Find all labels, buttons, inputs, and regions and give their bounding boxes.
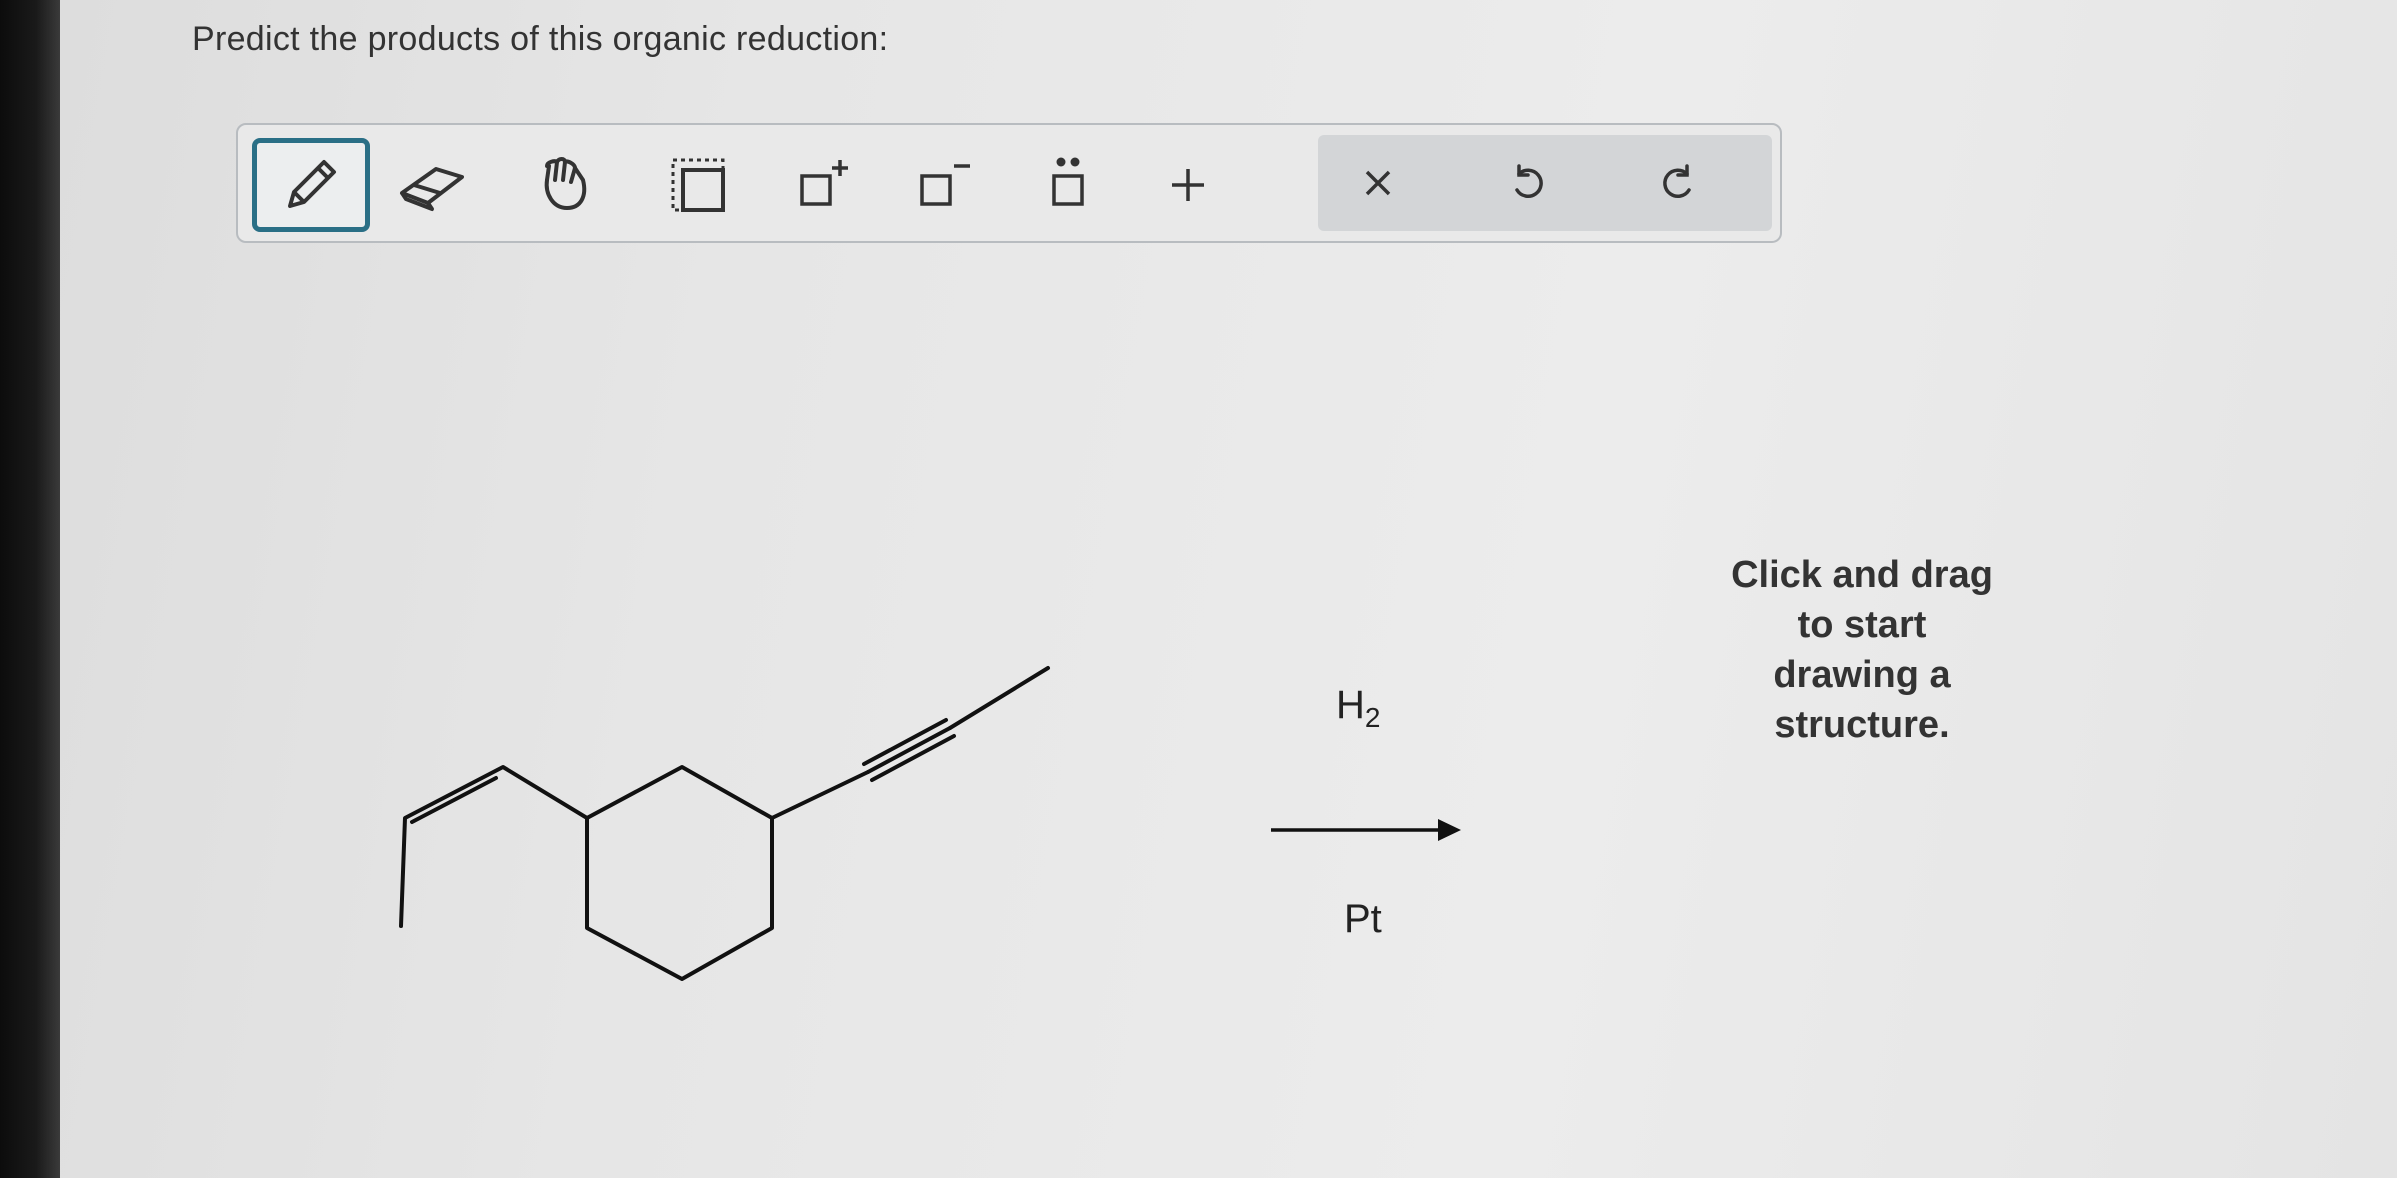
clear-button[interactable] xyxy=(1318,123,1438,243)
redo-icon xyxy=(1663,164,1691,198)
question-prompt: Predict the products of this organic red… xyxy=(192,20,889,58)
eraser-tool-button[interactable] xyxy=(372,125,492,245)
alkyne-bond-center xyxy=(866,726,952,774)
close-icon xyxy=(1365,170,1391,196)
positive-charge-tool-button[interactable] xyxy=(768,125,888,245)
pencil-icon xyxy=(288,160,336,208)
reagent-below-arrow: Pt xyxy=(1344,897,1382,941)
alkyne-bond-lower xyxy=(870,734,956,782)
lone-pair-icon xyxy=(1052,157,1084,206)
cyclohexane-ring xyxy=(585,765,774,981)
reactant-molecule xyxy=(399,666,1050,981)
reaction-scheme xyxy=(399,666,1461,981)
negative-charge-icon xyxy=(920,164,970,206)
canvas-hint-line-2: drawing a structure. xyxy=(1773,654,1951,746)
reagent-above-arrow: H2 xyxy=(1336,683,1381,733)
alkene-second-bond xyxy=(410,776,498,824)
hand-icon xyxy=(544,157,587,210)
positive-charge-icon xyxy=(800,160,848,206)
propynyl-methyl-bond xyxy=(948,666,1050,730)
canvas-hint: Click and drag to start drawing a struct… xyxy=(1712,550,2012,750)
lone-pair-tool-button[interactable] xyxy=(1008,125,1128,245)
hand-tool-button[interactable] xyxy=(508,125,628,245)
screen-bezel xyxy=(0,0,60,1178)
drawing-toolbar xyxy=(236,123,1782,243)
drawing-canvas[interactable]: H2 Pt xyxy=(60,245,2397,1178)
plus-icon xyxy=(1172,169,1204,201)
add-tool-button[interactable] xyxy=(1128,125,1248,245)
action-button-group xyxy=(1318,135,1772,231)
marquee-select-icon xyxy=(671,158,725,212)
select-tool-button[interactable] xyxy=(638,125,758,245)
reaction-arrow xyxy=(1271,819,1461,841)
redo-button[interactable] xyxy=(1618,123,1738,243)
pencil-tool-button[interactable] xyxy=(252,138,370,232)
propynyl-bond-1 xyxy=(770,770,870,820)
propenyl-chain xyxy=(399,765,589,928)
undo-icon xyxy=(1515,164,1543,198)
alkyne-bond-upper xyxy=(862,718,948,766)
eraser-icon xyxy=(400,167,464,211)
undo-button[interactable] xyxy=(1468,123,1588,243)
negative-charge-tool-button[interactable] xyxy=(888,125,1008,245)
canvas-hint-line-1: Click and drag to start xyxy=(1731,554,1993,646)
